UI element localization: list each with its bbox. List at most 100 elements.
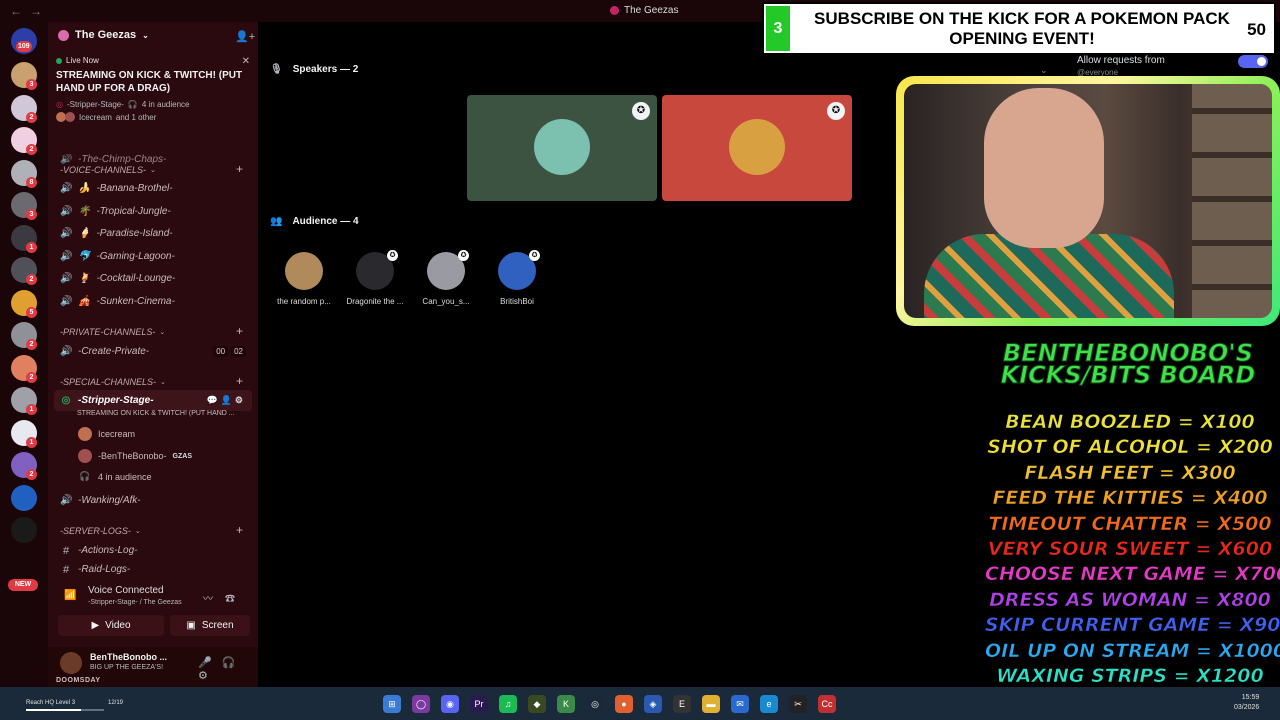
channel-sunken-cinema[interactable]: 🔊 🎪 -Sunken-Cinema- bbox=[54, 291, 252, 312]
reward-item: SKIP CURRENT GAME = X900 bbox=[985, 614, 1280, 637]
battlenet-icon[interactable]: ◈ bbox=[644, 695, 662, 713]
banner-number: 3 bbox=[766, 6, 790, 51]
audience-member[interactable]: the random p... bbox=[268, 252, 340, 306]
capcut-icon[interactable]: ✂ bbox=[789, 695, 807, 713]
voice-user-icecream[interactable]: Icecream bbox=[78, 427, 135, 441]
chevron-down-icon[interactable]: ⌄ bbox=[1040, 65, 1048, 76]
obs-icon[interactable]: ● bbox=[615, 695, 633, 713]
avatar: ✪ bbox=[498, 250, 540, 290]
screen-share-button[interactable]: ▣ Screen bbox=[170, 615, 250, 636]
create-channel-icon[interactable]: + bbox=[236, 523, 243, 537]
channel-raid-logs[interactable]: # -Raid-Logs- bbox=[54, 562, 252, 577]
speakers-header: 🎙 Speakers — 2 bbox=[270, 64, 359, 75]
channel-paradise-island[interactable]: 🔊 🍦 -Paradise-Island- bbox=[54, 223, 252, 244]
live-stage-info: ◎ -Stripper-Stage- 🎧 4 in audience bbox=[56, 100, 190, 109]
channel-emoji: 🌴 bbox=[78, 205, 91, 217]
moderator-icon: ✪ bbox=[632, 102, 650, 120]
start-icon[interactable]: ⊞ bbox=[383, 695, 401, 713]
audience-header: 👥 Audience — 4 bbox=[270, 216, 359, 227]
channel-chimp-chaps[interactable]: 🔊 -The-Chimp-Chaps- bbox=[54, 154, 252, 164]
channel-label: -Tropical-Jungle- bbox=[96, 205, 171, 217]
invite-people-icon[interactable]: 👤+ bbox=[235, 30, 255, 43]
unread-badge: 8 bbox=[26, 176, 37, 188]
channel-wanking-afk[interactable]: 🔊 -Wanking/Afk- bbox=[54, 490, 252, 511]
channel-cocktail-lounge[interactable]: 🔊 🍹 -Cocktail-Lounge- bbox=[54, 268, 252, 289]
rewards-board-title: BENTHEBONOBO'S KICKS/BITS BOARD bbox=[1000, 339, 1256, 389]
signal-icon[interactable]: 📶 bbox=[64, 590, 76, 601]
hashtag-icon: # bbox=[62, 544, 70, 557]
close-icon[interactable]: ✕ bbox=[242, 56, 250, 67]
outlook-icon[interactable]: ✉ bbox=[731, 695, 749, 713]
guild-icon bbox=[58, 29, 69, 41]
back-arrow-icon[interactable]: ← bbox=[10, 4, 22, 18]
channel-create-private[interactable]: 🔊 -Create-Private- 00 02 bbox=[54, 341, 252, 362]
category-server-logs[interactable]: -SERVER-LOGS- ⌄ bbox=[60, 526, 141, 536]
voice-controls[interactable]: 〰☎ bbox=[203, 590, 247, 605]
audience-member[interactable]: ✪ Can_you_s... bbox=[410, 250, 482, 306]
unread-badge: 2 bbox=[26, 274, 37, 285]
avatar bbox=[285, 252, 323, 290]
live-now-card[interactable]: Live Now ✕ STREAMING ON KICK & TWITCH! (… bbox=[56, 56, 252, 122]
user-controls[interactable]: 🎤🎧⚙ bbox=[198, 656, 258, 682]
server-icon[interactable] bbox=[11, 517, 37, 543]
reach-level: Reach HQ Level 3 bbox=[26, 700, 76, 706]
voice-channel-link[interactable]: -Stripper-Stage- / The Geezas bbox=[88, 599, 182, 606]
folder-icon[interactable]: ▬ bbox=[702, 695, 720, 713]
channel-gaming-lagoon[interactable]: 🔊 🐬 -Gaming-Lagoon- bbox=[54, 246, 252, 267]
audience-name: Dragonite the ... bbox=[346, 297, 404, 306]
unread-badge: 1 bbox=[26, 404, 37, 415]
requests-setting-label: Allow requests from bbox=[1077, 55, 1165, 66]
audience-member[interactable]: ✪ BritishBoi bbox=[481, 250, 553, 306]
channel-banana-brothel[interactable]: 🔊 🍌 -Banana-Brothel- bbox=[54, 178, 252, 199]
discord-icon[interactable]: ◉ bbox=[441, 695, 459, 713]
chevron-down-icon: ⌄ bbox=[134, 528, 141, 535]
channel-label: -Paradise-Island- bbox=[96, 228, 173, 240]
browser-icon[interactable]: ◯ bbox=[412, 695, 430, 713]
reward-item: CHOOSE NEXT GAME = X700 bbox=[985, 563, 1280, 586]
username[interactable]: BenTheBonobo ... bbox=[90, 652, 167, 662]
audience-member[interactable]: ✪ Dragonite the ... bbox=[339, 250, 411, 306]
epic-icon[interactable]: E bbox=[673, 695, 691, 713]
avatar[interactable] bbox=[60, 652, 82, 674]
edge-icon[interactable]: e bbox=[760, 695, 778, 713]
speaker-tile[interactable]: ✪ bbox=[467, 95, 657, 201]
premiere-icon[interactable]: Pr bbox=[470, 695, 488, 713]
category-special-channels[interactable]: -SPECIAL-CHANNELS- ⌄ bbox=[60, 377, 166, 387]
microphone-icon: 🎙 bbox=[270, 64, 283, 75]
banner-text: SUBSCRIBE ON THE KICK FOR A POKEMON PACK… bbox=[814, 9, 1230, 48]
spotify-icon[interactable]: ♫ bbox=[499, 695, 517, 713]
kick-icon[interactable]: K bbox=[557, 695, 575, 713]
create-channel-icon[interactable]: + bbox=[236, 162, 243, 176]
audience-name: the random p... bbox=[277, 297, 331, 306]
steam-icon[interactable]: ◎ bbox=[586, 695, 604, 713]
speaker-tile[interactable]: ✪ bbox=[662, 95, 852, 201]
people-icon: 👥 bbox=[270, 216, 283, 227]
unread-badge: 3 bbox=[26, 79, 37, 90]
channel-stripper-stage[interactable]: ◎ -Stripper-Stage- 💬👤⚙ bbox=[54, 390, 252, 411]
channel-tools[interactable]: 💬👤⚙ bbox=[207, 395, 246, 406]
channel-tropical-jungle[interactable]: 🔊 🌴 -Tropical-Jungle- bbox=[54, 201, 252, 222]
nvidia-icon[interactable]: ◆ bbox=[528, 695, 546, 713]
create-channel-icon[interactable]: + bbox=[236, 324, 243, 338]
forward-arrow-icon[interactable]: → bbox=[30, 4, 42, 18]
badge-icon: ✪ bbox=[458, 250, 469, 261]
avatar bbox=[78, 449, 92, 463]
server-rail: 109 NEW 3 2 2 8 3 1 2 5 2 2 1 1 2 bbox=[0, 22, 48, 687]
activity-label: DOOMSDAY bbox=[56, 677, 101, 684]
unread-badge: 3 bbox=[26, 209, 37, 220]
category-private-channels[interactable]: -PRIVATE-CHANNELS- ⌄ bbox=[60, 327, 165, 337]
moderator-icon: ✪ bbox=[827, 102, 845, 120]
channel-actions-log[interactable]: # -Actions-Log- bbox=[54, 540, 252, 561]
channel-sidebar: The Geezas ⌄ 👤+ Live Now ✕ STREAMING ON … bbox=[48, 22, 258, 687]
category-voice-channels[interactable]: -VOICE-CHANNELS- ⌄ bbox=[60, 165, 156, 175]
voice-user-benthebonobo[interactable]: -BenTheBonobo- GZAS bbox=[78, 449, 192, 463]
requests-toggle[interactable] bbox=[1238, 55, 1268, 68]
create-channel-icon[interactable]: + bbox=[236, 374, 243, 388]
live-dot-icon bbox=[56, 57, 62, 64]
reward-item: FEED THE KITTIES = X400 bbox=[992, 487, 1268, 510]
creative-cloud-icon[interactable]: Cc bbox=[818, 695, 836, 713]
video-button[interactable]: ▶ Video bbox=[58, 615, 164, 636]
guild-header[interactable]: The Geezas ⌄ bbox=[58, 29, 149, 41]
server-icon[interactable] bbox=[11, 484, 37, 511]
stage-audience-count[interactable]: 🎧 4 in audience bbox=[78, 471, 151, 482]
